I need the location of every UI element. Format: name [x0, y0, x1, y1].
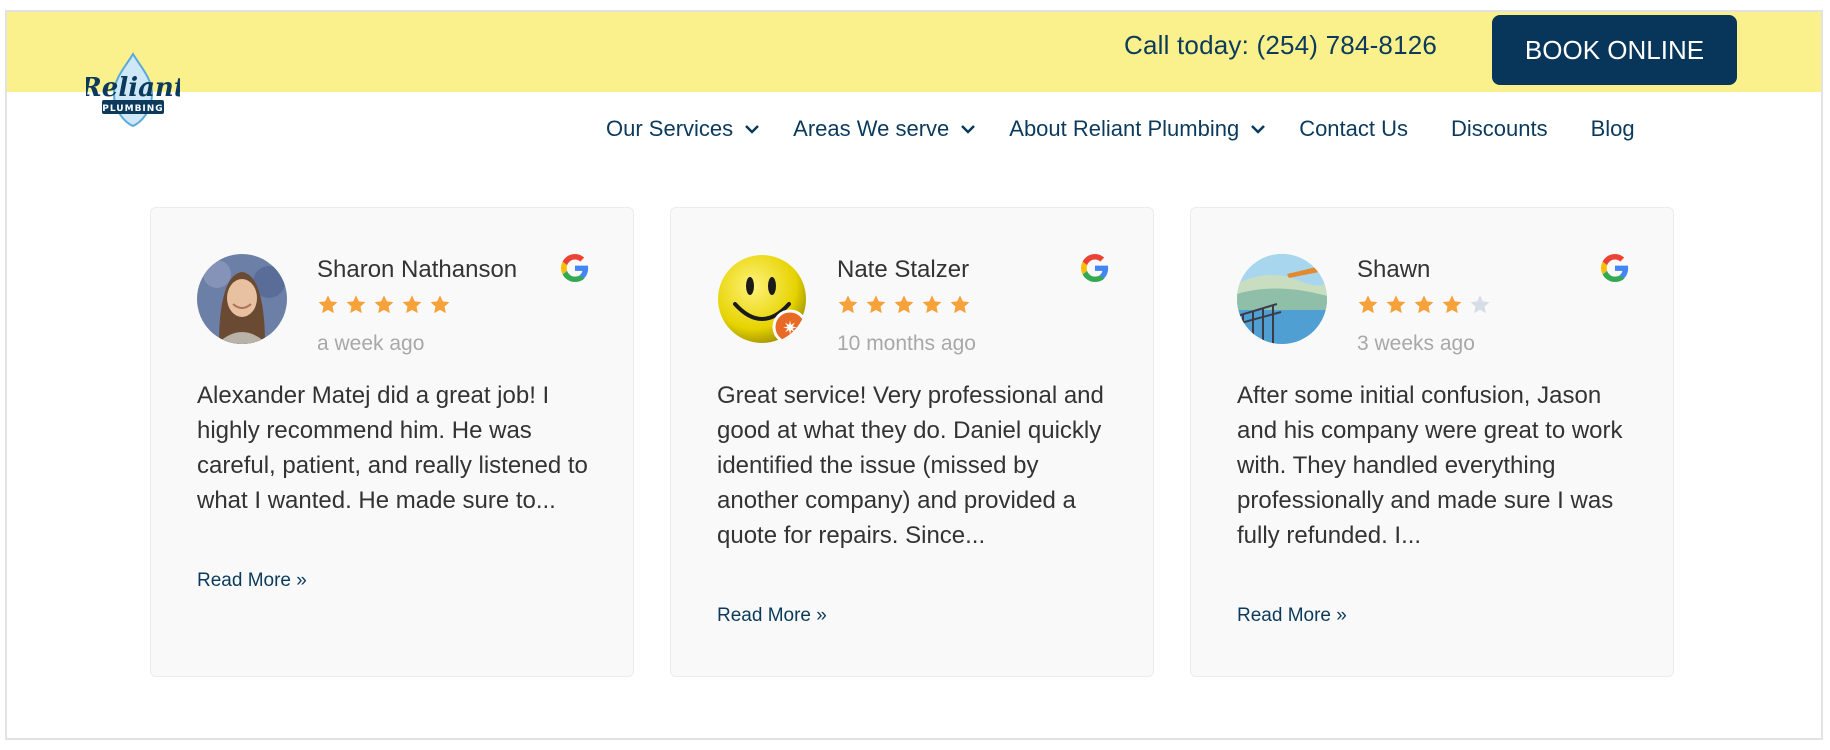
star-filled-icon: [1414, 295, 1434, 314]
chevron-down-icon: [961, 125, 976, 134]
reliant-plumbing-logo[interactable]: Reliant PLUMBING: [86, 52, 180, 128]
review-text: Great service! Very professional and goo…: [717, 382, 1104, 549]
main-nav: Our Services Areas We serve About Relian…: [606, 116, 1635, 142]
star-filled-icon: [922, 295, 942, 314]
logo-tagline: PLUMBING: [102, 104, 163, 114]
review-card: Shawn 3 weeks ago After some initial con…: [1190, 207, 1674, 677]
nav-label: Discounts: [1451, 116, 1548, 141]
nav-contact-us[interactable]: Contact Us: [1299, 116, 1408, 142]
reviewer-name: Sharon Nathanson: [317, 256, 518, 283]
reviewer-landscape-avatar: [1237, 254, 1327, 344]
chevron-down-icon: [745, 125, 760, 134]
nav-areas-we-serve[interactable]: Areas We serve: [793, 116, 977, 142]
star-filled-icon: [374, 295, 394, 314]
star-filled-icon: [950, 295, 970, 314]
nav-discounts[interactable]: Discounts: [1451, 116, 1548, 142]
nav-about-reliant-plumbing[interactable]: About Reliant Plumbing: [1009, 116, 1267, 142]
google-icon: [1081, 254, 1109, 282]
read-more-link[interactable]: Read More »: [197, 570, 307, 592]
nav-label: Our Services: [606, 116, 734, 141]
chevron-down-icon: [1251, 125, 1266, 134]
star-filled-icon: [318, 295, 338, 314]
nav-blog[interactable]: Blog: [1591, 116, 1635, 142]
review-date: a week ago: [317, 332, 425, 355]
nav-label: Blog: [1590, 116, 1635, 141]
reviewer-smiley-avatar: ✷: [718, 255, 807, 344]
review-text: After some initial confusion, Jason and …: [1237, 382, 1623, 549]
star-empty-icon: [1470, 295, 1490, 314]
reviewer-name: Shawn: [1357, 256, 1431, 283]
reviewer-photo-avatar: [197, 254, 287, 344]
star-rating: [837, 294, 971, 316]
star-filled-icon: [894, 295, 914, 314]
star-rating: [317, 294, 451, 316]
google-icon: [1601, 254, 1629, 282]
nav-our-services[interactable]: Our Services: [606, 116, 761, 142]
star-filled-icon: [430, 295, 450, 314]
review-date: 3 weeks ago: [1357, 332, 1475, 355]
star-filled-icon: [1442, 295, 1462, 314]
read-more-link[interactable]: Read More »: [1237, 605, 1347, 627]
logo-wordmark: Reliant: [86, 73, 180, 103]
star-filled-icon: [866, 295, 886, 314]
nav-label: About Reliant Plumbing: [1009, 116, 1240, 141]
reviewer-name: Nate Stalzer: [837, 256, 970, 283]
call-today-phone[interactable]: Call today: (254) 784-8126: [1124, 30, 1437, 61]
svg-text:✷: ✷: [782, 318, 797, 339]
google-icon: [561, 254, 589, 282]
book-online-button[interactable]: BOOK ONLINE: [1492, 15, 1737, 85]
review-card: ✷ Nate Stalzer 10 months ago Great servi…: [670, 207, 1154, 677]
nav-label: Contact Us: [1299, 116, 1409, 141]
star-rating: [1357, 294, 1491, 316]
star-filled-icon: [346, 295, 366, 314]
review-date: 10 months ago: [837, 332, 976, 355]
star-filled-icon: [1386, 295, 1406, 314]
star-filled-icon: [838, 295, 858, 314]
star-filled-icon: [1358, 295, 1378, 314]
nav-label: Areas We serve: [793, 116, 950, 141]
review-text: Alexander Matej did a great job! I highl…: [197, 382, 588, 514]
star-filled-icon: [402, 295, 422, 314]
read-more-link[interactable]: Read More »: [717, 605, 827, 627]
review-card: Sharon Nathanson a week ago Alexander Ma…: [150, 207, 634, 677]
